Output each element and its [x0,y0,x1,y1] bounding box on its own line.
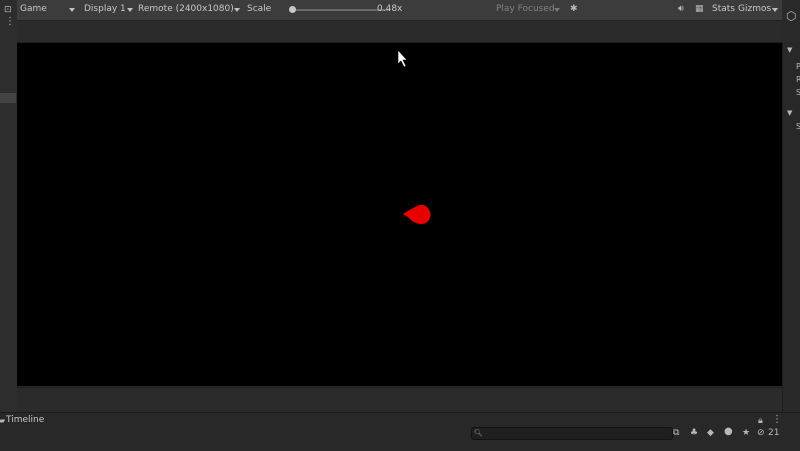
game-canvas [397,49,431,225]
speaker-icon[interactable]: 🔊︎ [678,4,684,14]
inspector-row-1: P [796,62,800,71]
tag-icon[interactable]: ◆ [707,428,714,438]
bug-icon[interactable]: ✱ [570,4,578,14]
play-mode-caret[interactable] [554,8,560,12]
player-blob [403,204,431,225]
gizmos-button[interactable]: Gizmos [738,4,771,14]
kebab-menu-icon[interactable]: ⋮ [772,415,782,425]
hidden-eye-icon[interactable]: ⊘ [757,428,765,438]
scale-label: Scale [247,4,272,14]
display-dropdown-caret[interactable] [127,8,133,12]
scale-slider-track[interactable] [292,9,390,11]
timeline-search-input[interactable]: 🔍︎ [471,427,673,440]
timeline-icon: ▰ [0,416,6,425]
hidden-count: 21 [768,428,780,438]
view-dropdown-caret[interactable] [69,8,75,12]
game-view-footer [17,387,782,413]
timeline-panel: ▰ Timeline 🔒︎ ⋮ [0,412,800,451]
view-dropdown[interactable]: Game [20,4,47,14]
scene-icon[interactable]: ♣ [690,428,698,438]
game-viewport[interactable] [17,43,782,386]
display-dropdown[interactable]: Display 1 [84,4,126,14]
lock-icon[interactable]: 🔒︎ [758,416,763,426]
stats-button[interactable]: Stats [712,4,735,14]
game-view-toolbar: Game Display 1 Remote (2400x1080) Scale … [17,0,800,21]
inspector-row-4: S [796,122,800,131]
grid-icon[interactable]: ▦ [695,4,704,14]
timeline-tab[interactable]: Timeline [6,415,44,425]
inspector-row-2: R [796,75,800,84]
scale-value: 0.48x [377,4,403,14]
star-icon[interactable]: ★ [742,428,750,438]
scroll-handle[interactable] [0,93,16,103]
gizmos-caret[interactable] [772,8,778,12]
cube-icon: ⬡ [786,9,797,23]
resolution-dropdown-caret[interactable] [234,8,240,12]
inspector-row-3: S [796,88,800,97]
more-vertical-icon[interactable]: ⋮ [5,17,15,27]
game-view-subbar [17,21,782,43]
inspector-strip: ▼ P R S ▼ S [782,42,800,412]
scale-slider-handle[interactable] [289,6,296,13]
mouse-cursor-icon [397,49,408,68]
layers-icon[interactable]: ⧉ [673,428,679,438]
left-dock-strip: ⊡ ⋮ [0,0,18,412]
search-icon: 🔍︎ [474,429,483,437]
info-icon[interactable]: ● [724,427,733,437]
play-mode-dropdown[interactable]: Play Focused [496,4,555,14]
collapse-arrow-icon[interactable]: ▼ [787,45,792,55]
inspector-header-strip: ⬡ [782,0,800,42]
window-icon[interactable]: ⊡ [4,5,12,15]
collapse-arrow-icon-2[interactable]: ▼ [787,108,792,118]
resolution-dropdown[interactable]: Remote (2400x1080) [138,4,234,14]
